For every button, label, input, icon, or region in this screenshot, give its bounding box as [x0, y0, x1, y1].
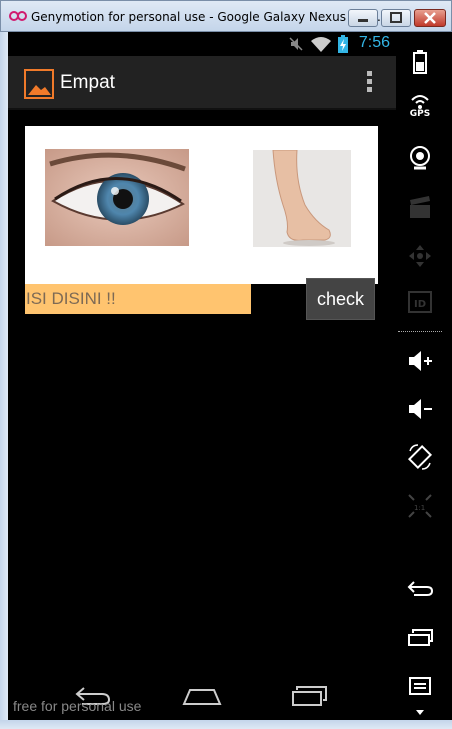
window-bottom-border: [0, 720, 452, 729]
volume-down-icon[interactable]: [406, 395, 434, 423]
battery-icon[interactable]: [406, 48, 434, 76]
genymotion-logo-icon: [9, 11, 27, 21]
close-button[interactable]: [414, 9, 446, 27]
maximize-button[interactable]: [381, 9, 411, 27]
recent-apps-icon[interactable]: [406, 624, 434, 652]
answer-input-field[interactable]: [25, 284, 251, 314]
volume-up-icon[interactable]: [406, 347, 434, 375]
sidebar-divider: [398, 331, 442, 332]
svg-text:ID: ID: [414, 299, 426, 310]
status-clock: 7:56: [358, 34, 390, 51]
minimize-icon: [358, 19, 368, 22]
scroll-down-icon[interactable]: [416, 710, 424, 716]
clapper-icon[interactable]: [406, 194, 434, 222]
recent-apps-icon[interactable]: [291, 684, 329, 706]
scale-icon[interactable]: 1:1: [406, 492, 434, 520]
check-button[interactable]: check: [306, 278, 375, 320]
dpad-icon[interactable]: [406, 242, 434, 270]
maximize-icon: [390, 12, 402, 23]
wifi-icon: [311, 37, 331, 52]
gps-icon[interactable]: [406, 94, 434, 110]
battery-charging-icon: [338, 35, 348, 53]
app-title: Empat: [60, 72, 115, 93]
minimize-button[interactable]: [348, 9, 378, 27]
rotate-icon[interactable]: [406, 443, 434, 471]
window-left-border: [0, 32, 8, 720]
genymotion-window: Genymotion for personal use - Google Gal…: [0, 0, 452, 729]
window-titlebar[interactable]: Genymotion for personal use - Google Gal…: [0, 0, 452, 32]
image-gallery-icon[interactable]: [24, 69, 54, 99]
personal-use-watermark: free for personal use: [13, 698, 142, 714]
eye-image[interactable]: [45, 149, 189, 246]
image-panel: [25, 126, 378, 284]
back-icon[interactable]: [406, 574, 434, 602]
answer-input[interactable]: [25, 284, 251, 314]
mute-icon: [289, 37, 303, 51]
id-icon[interactable]: ID: [406, 288, 434, 316]
menu-icon[interactable]: [406, 672, 434, 700]
home-icon[interactable]: [182, 684, 222, 706]
webcam-icon[interactable]: [406, 144, 434, 172]
genymotion-sidebar: GPS ID 1:1: [396, 32, 444, 720]
status-bar: 7:56: [8, 32, 396, 56]
svg-text:1:1: 1:1: [414, 504, 425, 512]
gps-label: GPS: [409, 109, 431, 119]
foot-image[interactable]: [253, 150, 351, 247]
action-bar: Empat: [8, 56, 396, 110]
sidebar-scroll-track: [444, 32, 452, 720]
close-icon: [424, 12, 436, 24]
phone-screen: 7:56 Empat ISI DISINI !! check free for …: [8, 32, 396, 720]
overflow-menu-icon[interactable]: [366, 71, 374, 95]
window-title: Genymotion for personal use - Google Gal…: [31, 10, 389, 24]
